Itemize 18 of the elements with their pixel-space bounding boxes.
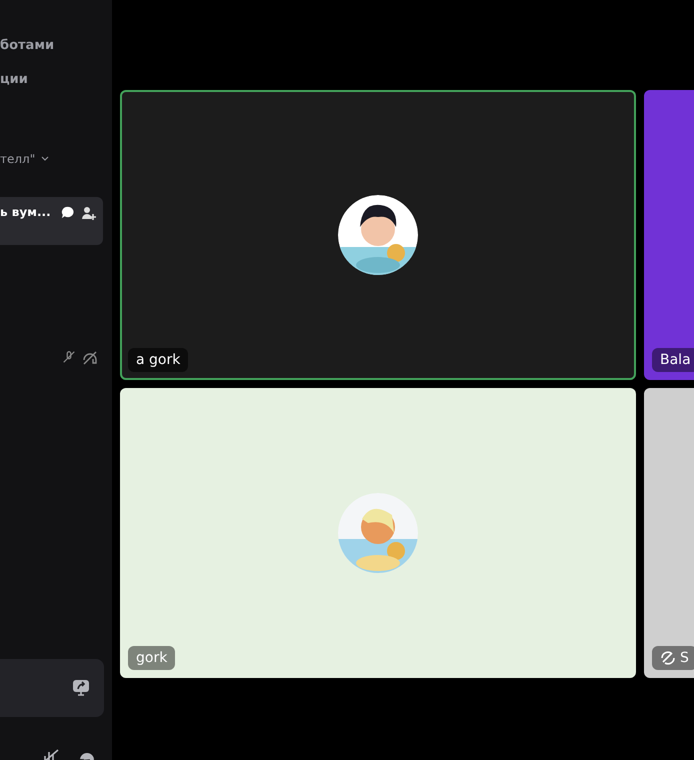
participant-name: S (680, 650, 689, 666)
channel-link[interactable]: ции (0, 70, 112, 90)
screen-share-icon[interactable] (72, 679, 90, 697)
mic-off-icon (62, 350, 76, 364)
participant-tile[interactable]: gork (120, 388, 636, 678)
participant-tile[interactable]: Bala (644, 90, 694, 380)
participant-name: gork (136, 650, 168, 666)
voice-channel-item[interactable]: ь вум... (0, 197, 103, 245)
add-user-icon[interactable] (81, 205, 97, 221)
participant-name: Bala (660, 352, 691, 368)
channel-link[interactable]: ботами (0, 36, 112, 56)
headphones-off-icon (82, 350, 98, 366)
category-label[interactable]: телл" (0, 152, 36, 166)
participant-tile[interactable]: a gork (120, 90, 636, 380)
participant-name: a gork (136, 352, 180, 368)
chevron-icon[interactable] (41, 156, 50, 162)
chat-icon[interactable] (60, 205, 75, 220)
participant-tile[interactable]: S (644, 388, 694, 678)
